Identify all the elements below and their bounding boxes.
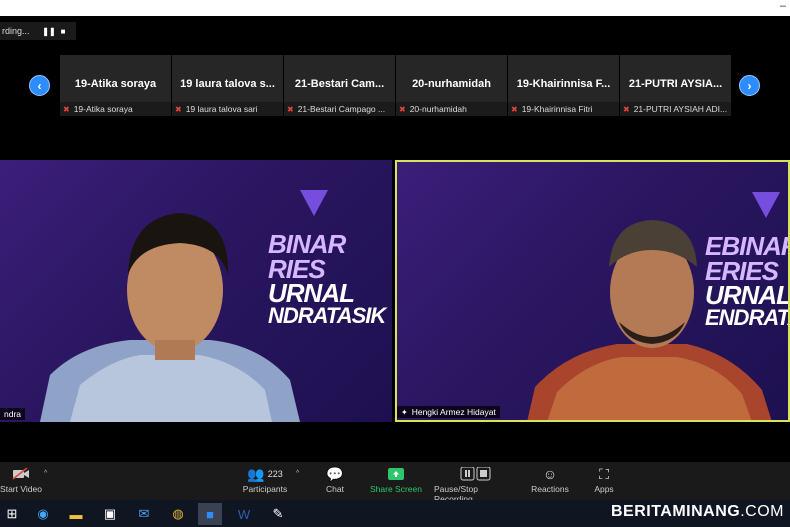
recording-indicator: rding... ❚❚ ■ (0, 22, 76, 40)
participant-tile[interactable]: 19-Khairinnisa F... ✖ 19-Khairinnisa Fitr… (508, 55, 619, 116)
participant-label: ✖ 19-Atika soraya (60, 102, 171, 116)
chat-button[interactable]: 💬 Chat (322, 464, 348, 495)
pause-icon[interactable]: ❚❚ (42, 27, 56, 36)
mail-icon[interactable]: ✉ (132, 503, 156, 525)
share-screen-icon (388, 464, 404, 484)
video-tile-left[interactable]: BINAR RIES URNAL NDRATASIK ndra (0, 160, 392, 422)
task-view-icon[interactable]: ⊞ (0, 503, 24, 525)
participant-label: ✖ 19 laura talova sari (172, 102, 283, 116)
participants-options-caret[interactable]: ^ (296, 470, 299, 477)
window-title-bar: – (0, 0, 790, 16)
zoom-app-icon[interactable]: ■ (198, 503, 222, 525)
chevron-right-icon[interactable]: › (739, 75, 760, 96)
participant-name: 21-Bestari Cam... (294, 78, 385, 90)
participants-icon: 👥 223 (247, 465, 283, 482)
chevron-left-icon[interactable]: ‹ (29, 75, 50, 96)
mic-muted-icon: ✖ (175, 104, 182, 114)
video-off-icon (12, 464, 30, 484)
pause-stop-icon (460, 464, 492, 484)
reactions-button[interactable]: ☺ Reactions (530, 464, 570, 494)
speaker-silhouette (527, 220, 772, 420)
recording-label: rding... (2, 26, 30, 36)
participant-label: ✖ 21-Bestari Campago ... (284, 102, 395, 116)
participant-tile[interactable]: 19-Atika soraya ✖ 19-Atika soraya (60, 55, 171, 116)
participant-name-label: ndra (0, 408, 26, 420)
video-tile-active-speaker[interactable]: EBINAR ERIES URNAL ENDRATAS ✦Hengki Arme… (395, 160, 790, 422)
start-video-button[interactable]: Start Video (0, 464, 42, 494)
share-screen-button[interactable]: Share Screen (370, 464, 422, 494)
mic-muted-icon: ✖ (287, 104, 294, 114)
apps-icon: ⛶ (599, 465, 609, 482)
mic-muted-icon: ✖ (623, 104, 630, 114)
participant-name: 21-PUTRI AYSIA... (628, 78, 723, 90)
participant-name: 19 laura talova s... (180, 78, 275, 90)
meeting-toolbar: Start Video ^ 👥 223 Participants ^ 💬 Chat… (0, 462, 790, 504)
participant-name: 19-Khairinnisa F... (516, 78, 611, 90)
file-explorer-icon[interactable]: ▬ (64, 503, 88, 525)
chrome-icon[interactable]: ◍ (166, 503, 190, 525)
store-icon[interactable]: ▣ (98, 503, 122, 525)
mic-muted-icon: ✖ (511, 104, 518, 114)
os-taskbar: ⊞ ◉ ▬ ▣ ✉ ◍ ■ W ✎ BERITAMINANG.COM (0, 500, 790, 527)
participant-name: 19-Atika soraya (74, 78, 157, 90)
edge-browser-icon[interactable]: ◉ (31, 503, 55, 525)
recording-controls-button[interactable]: Pause/Stop Recording (434, 464, 518, 504)
participant-tile[interactable]: 21-PUTRI AYSIA... ✖ 21-PUTRI AYSIAH ADI..… (620, 55, 731, 116)
speaker-silhouette (40, 213, 300, 422)
paint-icon[interactable]: ✎ (266, 503, 290, 525)
minimize-icon[interactable]: – (780, 0, 786, 12)
mic-muted-icon: ✖ (399, 104, 406, 114)
participant-label: ✖ 21-PUTRI AYSIAH ADI... (620, 102, 731, 116)
video-options-caret[interactable]: ^ (44, 470, 47, 477)
participant-tile[interactable]: 21-Bestari Cam... ✖ 21-Bestari Campago ..… (284, 55, 395, 116)
pin-icon: ✦ (401, 408, 408, 417)
watermark-logo: BERITAMINANG.COM (610, 503, 784, 520)
participant-tile[interactable]: 19 laura talova s... ✖ 19 laura talova sa… (172, 55, 283, 116)
reactions-icon: ☺ (542, 466, 558, 482)
participant-strip: ‹ 19-Atika soraya ✖ 19-Atika soraya 19 la… (0, 55, 790, 117)
word-icon[interactable]: W (232, 503, 256, 525)
chat-icon: 💬 (326, 465, 344, 482)
decor-triangle (300, 190, 328, 216)
participant-name: 20-nurhamidah (412, 78, 491, 90)
participant-label: ✖ 20-nurhamidah (396, 102, 507, 116)
mic-muted-icon: ✖ (63, 104, 70, 114)
participant-label: ✖ 19-Khairinnisa Fitri (508, 102, 619, 116)
participants-button[interactable]: 👥 223 Participants (240, 464, 290, 495)
participant-tile[interactable]: 20-nurhamidah ✖ 20-nurhamidah (396, 55, 507, 116)
apps-button[interactable]: ⛶ Apps (592, 464, 616, 495)
stop-icon[interactable]: ■ (56, 27, 70, 36)
participant-name-label: ✦ Hengki Armez Hidayat (397, 406, 500, 418)
participants-count: 223 (267, 469, 283, 479)
